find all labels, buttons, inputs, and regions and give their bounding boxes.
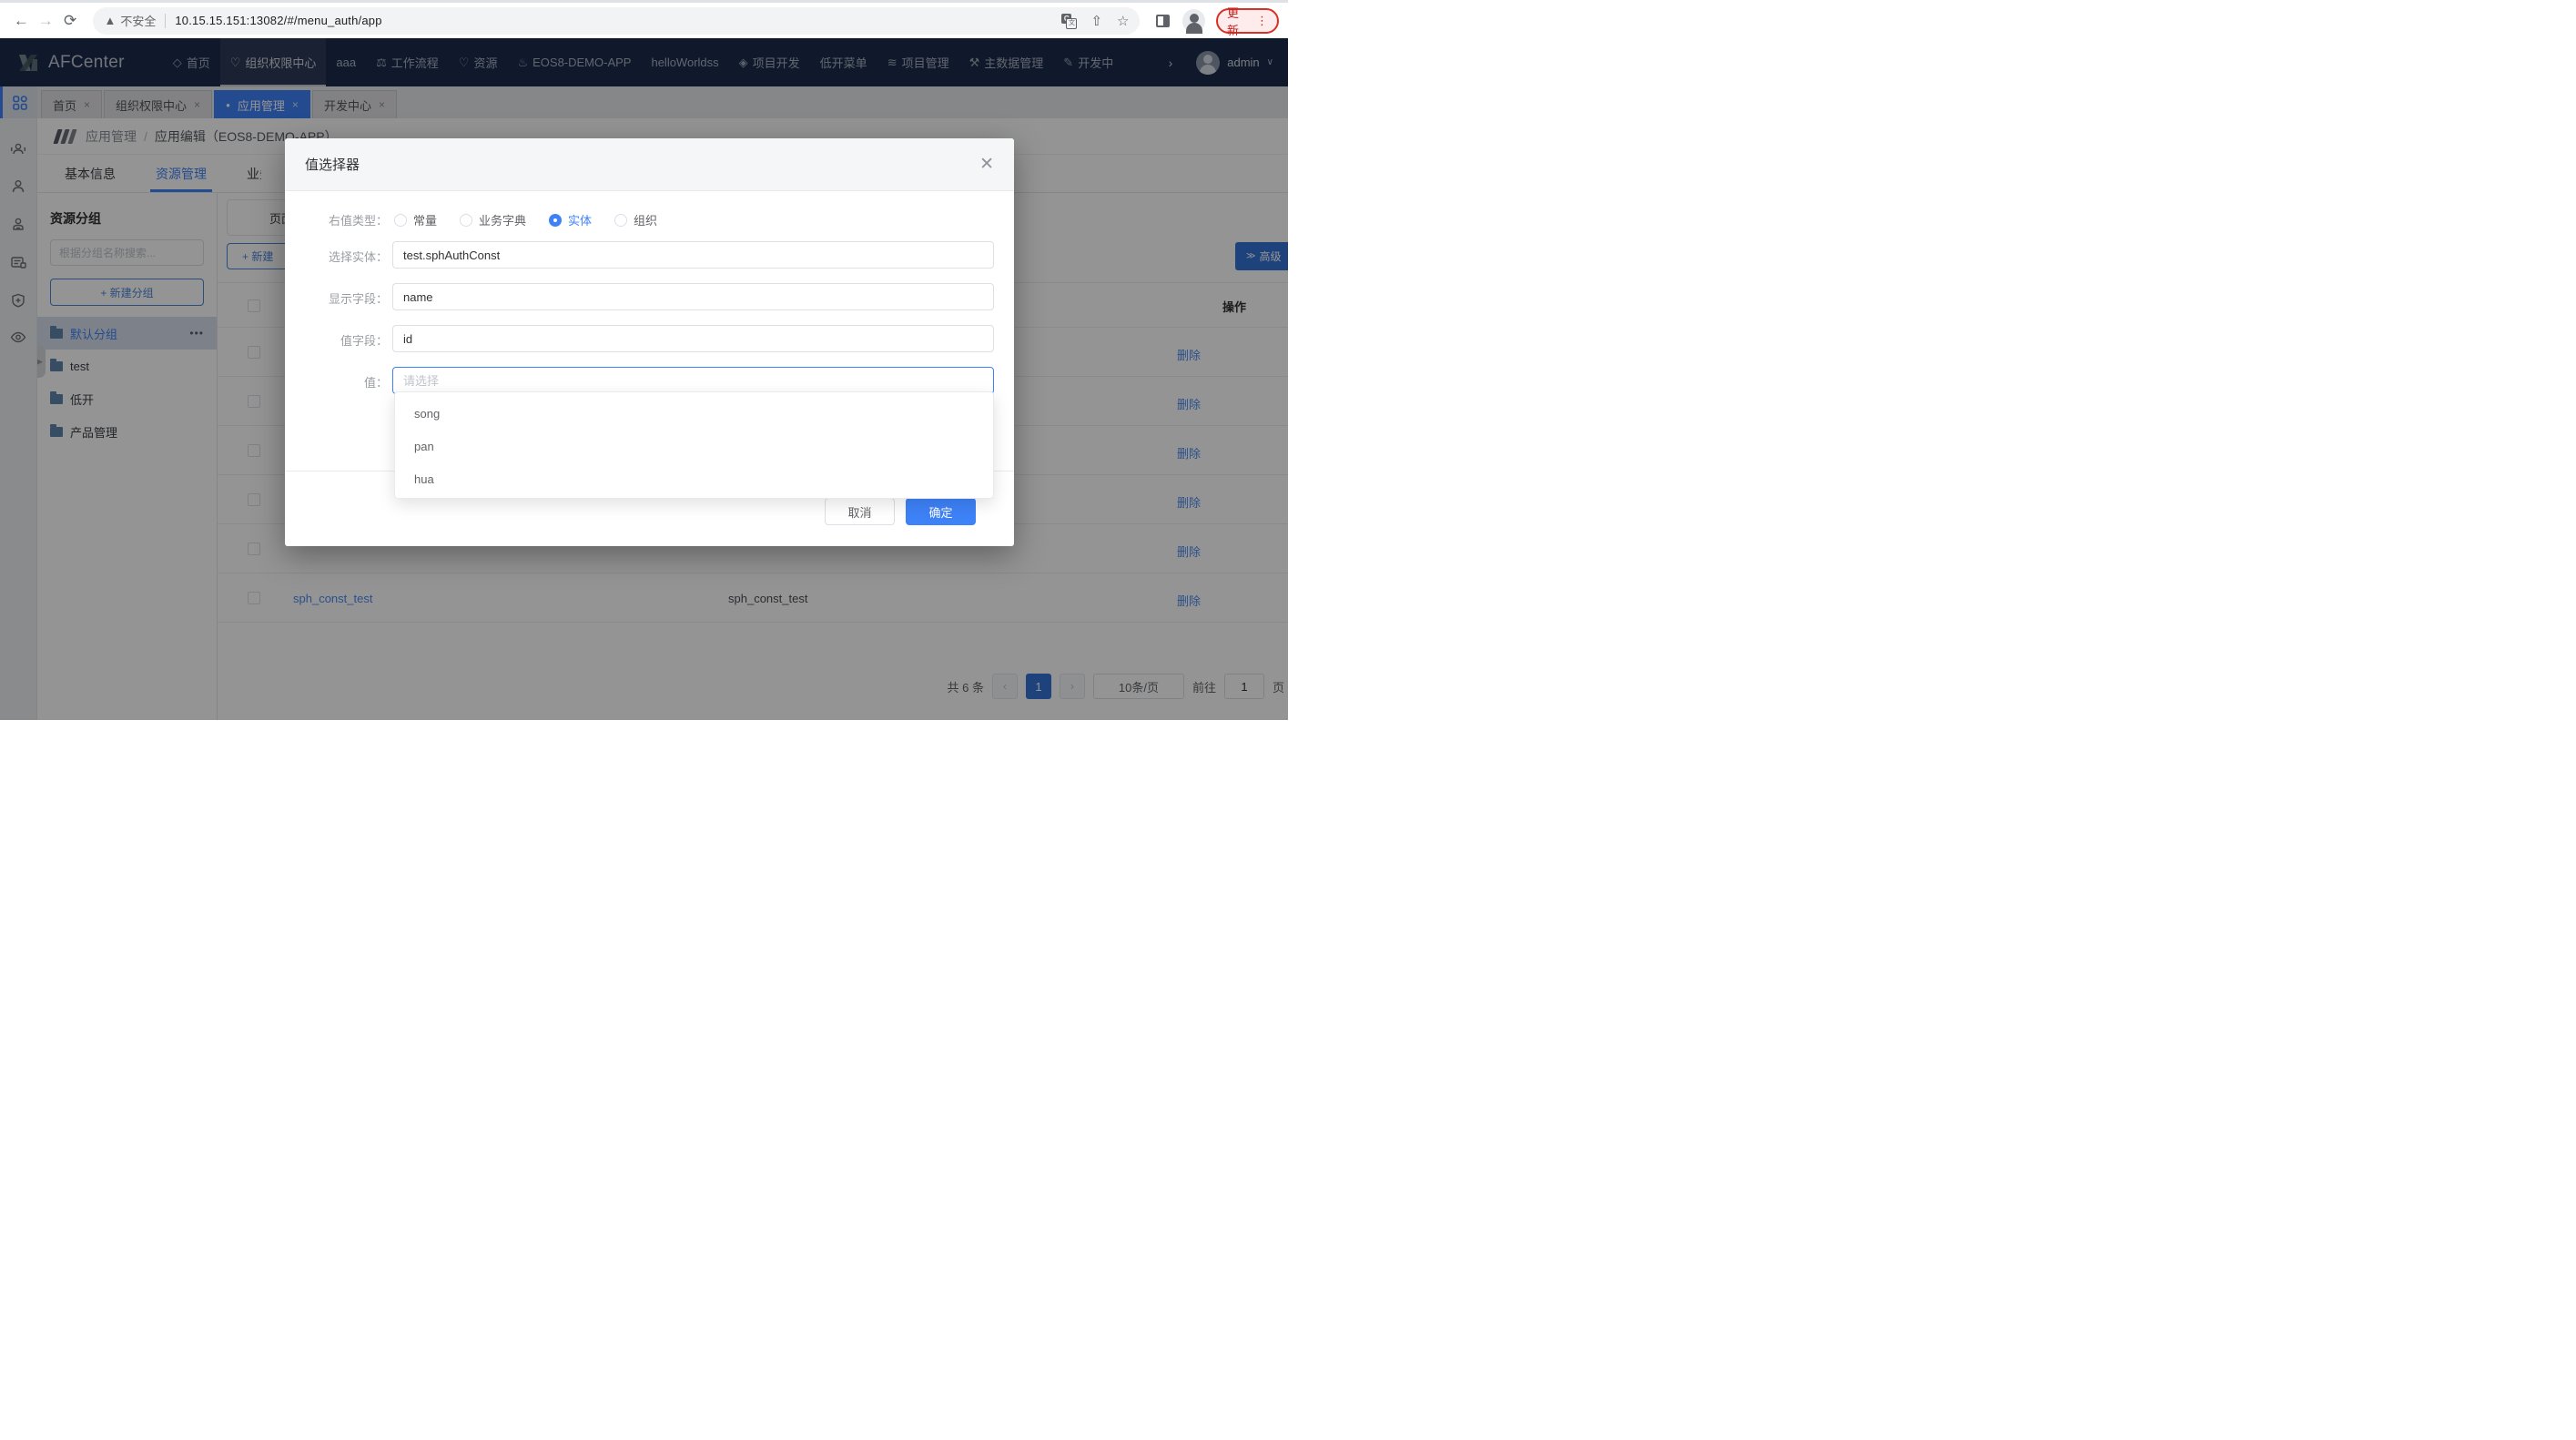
radio-circle-icon	[460, 214, 472, 227]
value-dropdown: song pan hua	[394, 391, 994, 499]
radio-circle-icon	[394, 214, 407, 227]
cancel-button[interactable]: 取消	[825, 498, 895, 525]
share-icon[interactable]: ⇧	[1090, 13, 1102, 29]
value-selector-dialog: 值选择器 ✕ 右值类型： 常量 业务字典 实体	[285, 138, 1014, 546]
confirm-button[interactable]: 确定	[906, 498, 976, 525]
screen: ← → ⟳ ▲ 不安全 10.15.15.151:13082/#/menu_au…	[0, 0, 1288, 720]
display-field-label: 显示字段：	[285, 289, 388, 307]
value-field-label: 值字段：	[285, 331, 388, 349]
bookmark-star-icon[interactable]: ☆	[1117, 13, 1129, 29]
forward-icon[interactable]: →	[34, 12, 58, 30]
value-field-input[interactable]	[392, 325, 994, 352]
radio-business-dict[interactable]: 业务字典	[460, 211, 526, 228]
radio-entity[interactable]: 实体	[549, 211, 592, 228]
dropdown-option-hua[interactable]: hua	[395, 462, 993, 495]
select-entity-input[interactable]	[392, 241, 994, 269]
dialog-header: 值选择器 ✕	[285, 138, 1014, 191]
dropdown-option-pan[interactable]: pan	[395, 430, 993, 462]
not-secure-warning-icon: ▲	[104, 14, 116, 27]
display-field-input[interactable]	[392, 283, 994, 310]
browser-menu-icon[interactable]: ⋮	[1256, 14, 1268, 28]
radio-organization[interactable]: 组织	[614, 211, 657, 228]
dropdown-option-song[interactable]: song	[395, 397, 993, 430]
side-panel-icon[interactable]	[1156, 15, 1170, 27]
value-row: 值：	[285, 367, 1014, 394]
dialog-close-icon[interactable]: ✕	[979, 154, 994, 175]
app-viewport: AFCenter ◇首页 ♡组织权限中心 aaa ⚖工作流程 ♡资源 ♨EOS8…	[0, 38, 1288, 720]
value-select-input[interactable]	[392, 367, 994, 394]
dialog-title: 值选择器	[305, 155, 360, 174]
address-bar[interactable]: ▲ 不安全 10.15.15.151:13082/#/menu_auth/app…	[93, 7, 1140, 35]
right-value-type-row: 右值类型： 常量 业务字典 实体	[285, 211, 1014, 226]
display-field-row: 显示字段：	[285, 283, 1014, 310]
reload-icon[interactable]: ⟳	[58, 12, 83, 30]
right-value-type-label: 右值类型：	[285, 211, 388, 228]
radio-constant[interactable]: 常量	[394, 211, 437, 228]
update-label: 更新	[1227, 4, 1249, 38]
browser-toolbar: ← → ⟳ ▲ 不安全 10.15.15.151:13082/#/menu_au…	[0, 0, 1288, 38]
radio-circle-icon	[614, 214, 627, 227]
radio-circle-icon	[549, 214, 562, 227]
select-entity-row: 选择实体：	[285, 241, 1014, 269]
translate-icon[interactable]	[1061, 14, 1076, 28]
browser-profile-avatar[interactable]	[1182, 9, 1205, 33]
value-field-row: 值字段：	[285, 325, 1014, 352]
value-label: 值：	[285, 373, 388, 390]
back-icon[interactable]: ←	[9, 12, 34, 30]
select-entity-label: 选择实体：	[285, 248, 388, 265]
chrome-update-button[interactable]: 更新 ⋮	[1216, 8, 1279, 34]
url-text: 10.15.15.151:13082/#/menu_auth/app	[175, 14, 1061, 27]
not-secure-label: 不安全	[120, 12, 156, 29]
